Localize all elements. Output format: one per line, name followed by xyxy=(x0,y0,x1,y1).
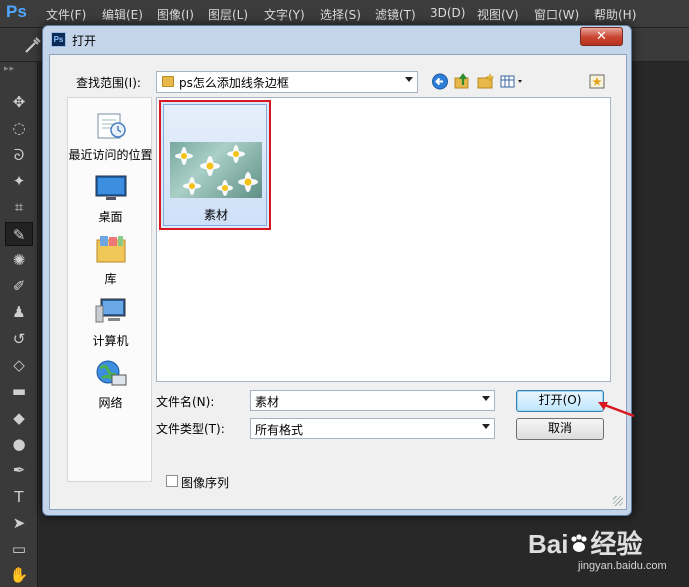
place-computer[interactable]: 计算机 xyxy=(68,296,153,356)
history-brush-icon[interactable]: ↺ xyxy=(5,327,33,351)
filename-value: 素材 xyxy=(255,395,280,409)
computer-icon xyxy=(94,296,128,328)
look-in-combo[interactable]: ps怎么添加线条边框 xyxy=(156,71,418,93)
image-sequence-label: 图像序列 xyxy=(181,476,230,490)
dialog-title: 打开 xyxy=(72,34,97,48)
path-selection-icon[interactable]: ➤ xyxy=(5,511,33,535)
file-item-selection: 素材 xyxy=(163,104,267,226)
place-label: 计算机 xyxy=(92,334,129,348)
menu-item[interactable]: 文字(Y) xyxy=(264,6,305,23)
place-label: 库 xyxy=(104,272,117,286)
blur-icon[interactable]: ◆ xyxy=(5,406,33,430)
annotation-arrow xyxy=(594,396,636,423)
eyedropper-icon[interactable] xyxy=(22,34,44,56)
menu-bar: Ps 文件(F) 编辑(E) 图像(I) 图层(L) 文字(Y) 选择(S) 滤镜(T) 3D… xyxy=(0,0,689,28)
menu-item[interactable]: 图层(L) xyxy=(208,6,248,23)
file-item[interactable]: 素材 xyxy=(159,100,271,230)
tools-panel: ▸▸ ✥ ◌ ᘐ ✦ ⌗ ✎ ✺ ✐ ♟ ↺ ◇ ▬ ◆ ● ✒ T ➤ ▭ ✋ xyxy=(0,62,38,587)
watermark-suffix: 经验 xyxy=(590,529,643,559)
place-desktop[interactable]: 桌面 xyxy=(68,172,153,232)
menu-item[interactable]: 帮助(H) xyxy=(594,6,636,23)
rectangle-icon[interactable]: ▭ xyxy=(5,537,33,561)
place-label: 最近访问的位置 xyxy=(68,148,153,162)
menu-item[interactable]: 文件(F) xyxy=(46,6,86,23)
file-thumbnail xyxy=(170,142,262,198)
place-libraries[interactable]: 库 xyxy=(68,234,153,294)
libraries-icon xyxy=(94,234,128,266)
file-list[interactable]: 素材 xyxy=(156,97,611,382)
filename-field[interactable]: 素材 xyxy=(250,390,495,411)
folder-icon xyxy=(162,76,174,87)
menu-item[interactable]: 视图(V) xyxy=(477,6,519,23)
gradient-icon[interactable]: ▬ xyxy=(5,379,33,403)
network-icon xyxy=(94,358,128,390)
checkbox-box[interactable] xyxy=(166,475,178,487)
photoshop-icon: Ps xyxy=(51,32,66,47)
chevron-down-icon xyxy=(405,77,413,82)
watermark-brand: Bai xyxy=(528,529,569,559)
resize-grip[interactable] xyxy=(613,496,623,506)
open-dialog: Ps 打开 ✕ 查找范围(I): ps怎么添加线条边框 最近访问的位置 桌面 库… xyxy=(42,25,632,516)
photoshop-logo: Ps xyxy=(6,2,27,21)
filename-label: 文件名(N): xyxy=(156,395,215,409)
dialog-title-bar[interactable]: Ps 打开 ✕ xyxy=(43,26,631,54)
marquee-icon[interactable]: ◌ xyxy=(5,116,33,140)
menu-item[interactable]: 选择(S) xyxy=(320,6,361,23)
open-button[interactable]: 打开(O) xyxy=(516,390,604,412)
lasso-icon[interactable]: ᘐ xyxy=(5,143,33,167)
dodge-icon[interactable]: ● xyxy=(5,432,33,456)
look-in-label: 查找范围(I): xyxy=(76,76,141,90)
desktop-icon xyxy=(94,172,128,204)
clone-stamp-icon[interactable]: ♟ xyxy=(5,300,33,324)
place-recent[interactable]: 最近访问的位置 xyxy=(68,110,153,170)
chevron-down-icon xyxy=(482,424,490,429)
hand-icon[interactable]: ✋ xyxy=(5,563,33,587)
file-name: 素材 xyxy=(203,208,228,222)
cancel-button[interactable]: 取消 xyxy=(516,418,604,440)
paw-icon xyxy=(568,531,590,553)
current-folder: ps怎么添加线条边框 xyxy=(179,76,289,90)
panel-grip[interactable]: ▸▸ xyxy=(4,64,15,74)
eraser-icon[interactable]: ◇ xyxy=(5,353,33,377)
type-icon[interactable]: T xyxy=(5,485,33,509)
place-label: 网络 xyxy=(98,396,123,410)
close-button[interactable]: ✕ xyxy=(580,27,623,46)
menu-item[interactable]: 3D(D) xyxy=(430,6,465,20)
back-icon[interactable] xyxy=(432,73,450,90)
brush-icon[interactable]: ✐ xyxy=(5,274,33,298)
eyedropper-icon[interactable]: ✎ xyxy=(5,221,33,246)
watermark-url: jingyan.baidu.com xyxy=(578,560,667,572)
dialog-body: 查找范围(I): ps怎么添加线条边框 最近访问的位置 桌面 库 计算机 网络 … xyxy=(49,54,627,510)
healing-brush-icon[interactable]: ✺ xyxy=(5,248,33,272)
crop-icon[interactable]: ⌗ xyxy=(5,195,33,219)
places-bar: 最近访问的位置 桌面 库 计算机 网络 xyxy=(67,97,153,482)
up-folder-icon[interactable] xyxy=(453,73,471,90)
menu-item[interactable]: 滤镜(T) xyxy=(375,6,416,23)
menu-item[interactable]: 窗口(W) xyxy=(534,6,579,23)
menu-item[interactable]: 图像(I) xyxy=(157,6,194,23)
chevron-down-icon[interactable] xyxy=(482,396,490,401)
filetype-select[interactable]: 所有格式 xyxy=(250,418,495,439)
baidu-watermark: Bai 经验 xyxy=(528,524,642,561)
filetype-label: 文件类型(T): xyxy=(156,422,225,436)
recent-places-icon xyxy=(94,110,128,142)
preview-icon[interactable] xyxy=(588,73,606,90)
move-icon[interactable]: ✥ xyxy=(5,90,33,114)
filetype-value: 所有格式 xyxy=(255,423,304,437)
place-label: 桌面 xyxy=(98,210,123,224)
menu-item[interactable]: 编辑(E) xyxy=(102,6,143,23)
view-menu-icon[interactable] xyxy=(500,73,528,90)
pen-icon[interactable]: ✒ xyxy=(5,458,33,482)
magic-wand-icon[interactable]: ✦ xyxy=(5,169,33,193)
place-network[interactable]: 网络 xyxy=(68,358,153,418)
new-folder-icon[interactable] xyxy=(477,73,495,90)
